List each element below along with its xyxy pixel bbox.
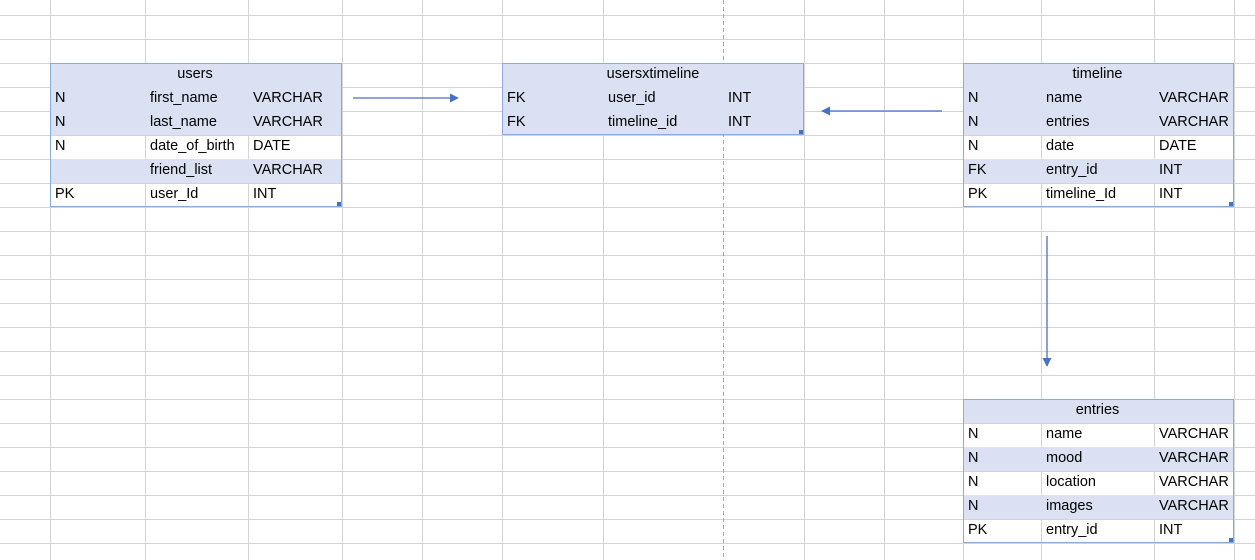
table-cell[interactable]: INT (1154, 183, 1234, 206)
table-cell[interactable]: FK (502, 87, 603, 110)
table-cell[interactable]: VARCHAR (248, 159, 342, 182)
entries-resize-handle[interactable] (1229, 538, 1233, 542)
table-cell[interactable]: VARCHAR (1154, 471, 1234, 494)
table-cell[interactable]: friend_list (145, 159, 248, 182)
table-cell[interactable]: FK (502, 111, 603, 134)
table-cell[interactable]: timeline_Id (1041, 183, 1154, 206)
table-cell[interactable]: N (963, 447, 1041, 470)
table-cell[interactable]: DATE (1154, 135, 1234, 158)
table-cell[interactable]: N (963, 87, 1041, 110)
users-table-title[interactable]: users (145, 63, 245, 86)
table-cell[interactable]: mood (1041, 447, 1154, 470)
table-cell[interactable]: timeline_id (603, 111, 723, 134)
table-cell[interactable]: VARCHAR (1154, 111, 1234, 134)
table-cell[interactable] (50, 159, 145, 182)
table-cell[interactable]: date_of_birth (145, 135, 248, 158)
table-cell[interactable]: INT (723, 111, 804, 134)
table-cell[interactable]: first_name (145, 87, 248, 110)
table-cell[interactable]: VARCHAR (248, 87, 342, 110)
table-cell[interactable]: INT (1154, 159, 1234, 182)
table-cell[interactable]: INT (1154, 519, 1234, 542)
table-cell[interactable]: N (50, 135, 145, 158)
table-cell[interactable]: N (963, 471, 1041, 494)
table-cell[interactable]: images (1041, 495, 1154, 518)
table-cell[interactable]: user_id (603, 87, 723, 110)
table-cell[interactable]: N (50, 111, 145, 134)
table-cell[interactable]: N (963, 135, 1041, 158)
table-cell[interactable]: N (963, 423, 1041, 446)
table-cell[interactable]: name (1041, 87, 1154, 110)
timeline-resize-handle[interactable] (1229, 202, 1233, 206)
usersxtimeline-resize-handle[interactable] (799, 130, 803, 134)
table-cell[interactable]: entries (1041, 111, 1154, 134)
table-cell[interactable]: VARCHAR (1154, 447, 1234, 470)
table-cell[interactable]: last_name (145, 111, 248, 134)
table-cell[interactable]: INT (723, 87, 804, 110)
table-cell[interactable]: user_Id (145, 183, 248, 206)
table-cell[interactable]: date (1041, 135, 1154, 158)
table-cell[interactable]: N (963, 111, 1041, 134)
usersxtimeline-table-title[interactable]: usersxtimeline (502, 63, 804, 86)
entries-table-title[interactable]: entries (1041, 399, 1154, 422)
table-cell[interactable]: PK (963, 519, 1041, 542)
table-cell[interactable]: entry_id (1041, 159, 1154, 182)
table-cell[interactable]: VARCHAR (1154, 423, 1234, 446)
table-cell[interactable]: N (50, 87, 145, 110)
table-cell[interactable]: name (1041, 423, 1154, 446)
table-cell[interactable]: INT (248, 183, 342, 206)
table-cell[interactable]: FK (963, 159, 1041, 182)
table-cell[interactable]: DATE (248, 135, 342, 158)
table-cell[interactable]: PK (50, 183, 145, 206)
table-cell[interactable]: location (1041, 471, 1154, 494)
table-cell[interactable]: entry_id (1041, 519, 1154, 542)
table-cell[interactable]: VARCHAR (1154, 87, 1234, 110)
table-cell[interactable]: VARCHAR (1154, 495, 1234, 518)
users-resize-handle[interactable] (337, 202, 341, 206)
table-cell[interactable]: PK (963, 183, 1041, 206)
timeline-table-title[interactable]: timeline (1041, 63, 1154, 86)
table-cell[interactable]: VARCHAR (248, 111, 342, 134)
table-cell[interactable]: N (963, 495, 1041, 518)
